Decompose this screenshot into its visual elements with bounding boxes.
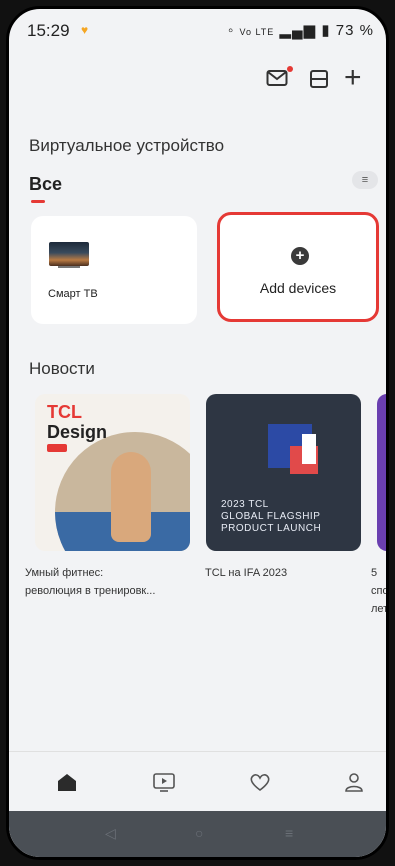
system-navigation-bar: ◁ ○ ≡	[9, 811, 386, 857]
brand-logo: TCL	[47, 402, 82, 422]
tab-all-indicator	[31, 200, 45, 203]
news-caption-2[interactable]: TCL на IFA 2023	[205, 564, 287, 582]
tab-all[interactable]: Все	[29, 174, 62, 195]
status-time: 15:29	[27, 21, 70, 40]
add-devices-card[interactable]: + Add devices	[217, 212, 379, 322]
network-label: Vo LTE	[239, 27, 275, 37]
add-circle-icon: +	[291, 247, 309, 265]
ifa-overlay-text: 2023 TCL GLOBAL FLAGSHIP PRODUCT LAUNCH	[221, 499, 321, 535]
video-icon[interactable]	[152, 770, 176, 794]
tv-icon	[49, 242, 89, 266]
section-title-device: Виртуальное устройство	[29, 136, 225, 155]
news-card-fitness[interactable]: TCL Design	[35, 394, 190, 551]
news-caption-1-line2: революция в тренировк...	[25, 585, 156, 597]
news-card-partial[interactable]	[377, 394, 386, 551]
section-title-news: Новости	[29, 359, 95, 378]
mail-icon[interactable]	[266, 69, 288, 87]
news-caption-2-line1: TCL на IFA 2023	[205, 567, 288, 579]
news-card-ifa[interactable]: 2023 TCL GLOBAL FLAGSHIP PRODUCT LAUNCH	[206, 394, 361, 551]
plus-icon[interactable]: +	[344, 63, 362, 93]
ifa-shape-white	[302, 434, 316, 464]
device-card-tv[interactable]: Смарт ТВ	[31, 216, 197, 324]
profile-icon[interactable]	[342, 770, 366, 794]
battery-icon: ▮	[321, 22, 331, 39]
notification-heart-icon: ♥	[81, 23, 89, 37]
bottom-navigation	[9, 751, 386, 812]
news-caption-1[interactable]: Умный фитнес: революция в тренировк...	[25, 564, 155, 600]
heart-icon[interactable]	[248, 770, 272, 794]
menu-icon: ≡	[361, 174, 369, 186]
home-icon[interactable]	[55, 770, 79, 794]
signal-icon: ▂▄▆	[279, 22, 317, 39]
news-caption-3[interactable]: 5 спо лето	[371, 564, 389, 618]
news-caption-3-line2: лето	[371, 603, 389, 615]
news-caption-1-line1: Умный фитнес:	[25, 567, 104, 579]
scan-icon[interactable]	[310, 70, 328, 88]
status-right: ◦ Vo LTE ▂▄▆ ▮ 73 %	[228, 21, 374, 39]
battery-level: 73 %	[335, 22, 374, 39]
fitness-image	[55, 432, 190, 551]
ifa-line2: GLOBAL FLAGSHIP	[221, 511, 321, 522]
ifa-line3: PRODUCT LAUNCH	[221, 523, 322, 534]
brand-badge	[47, 444, 67, 452]
system-home-icon[interactable]: ○	[195, 825, 203, 841]
wifi-icon: ◦	[227, 22, 235, 39]
news-caption-3-line1: 5 спо	[371, 567, 389, 597]
brand-sub: Design	[47, 422, 108, 442]
device-label: Смарт ТВ	[48, 288, 98, 300]
ifa-line1: 2023 TCL	[221, 499, 269, 510]
fitness-person	[111, 452, 151, 542]
list-view-button[interactable]: ≡	[352, 171, 378, 189]
mail-badge	[287, 66, 293, 72]
tv-stand	[58, 266, 80, 268]
system-recents-icon[interactable]: ≡	[285, 825, 293, 841]
system-back-icon[interactable]: ◁	[105, 825, 116, 842]
status-bar: 15:29 ♥ ◦ Vo LTE ▂▄▆ ▮ 73 %	[9, 9, 386, 49]
add-devices-label: Add devices	[259, 280, 337, 296]
phone-screen: 15:29 ♥ ◦ Vo LTE ▂▄▆ ▮ 73 % + Виртуально…	[6, 6, 389, 860]
